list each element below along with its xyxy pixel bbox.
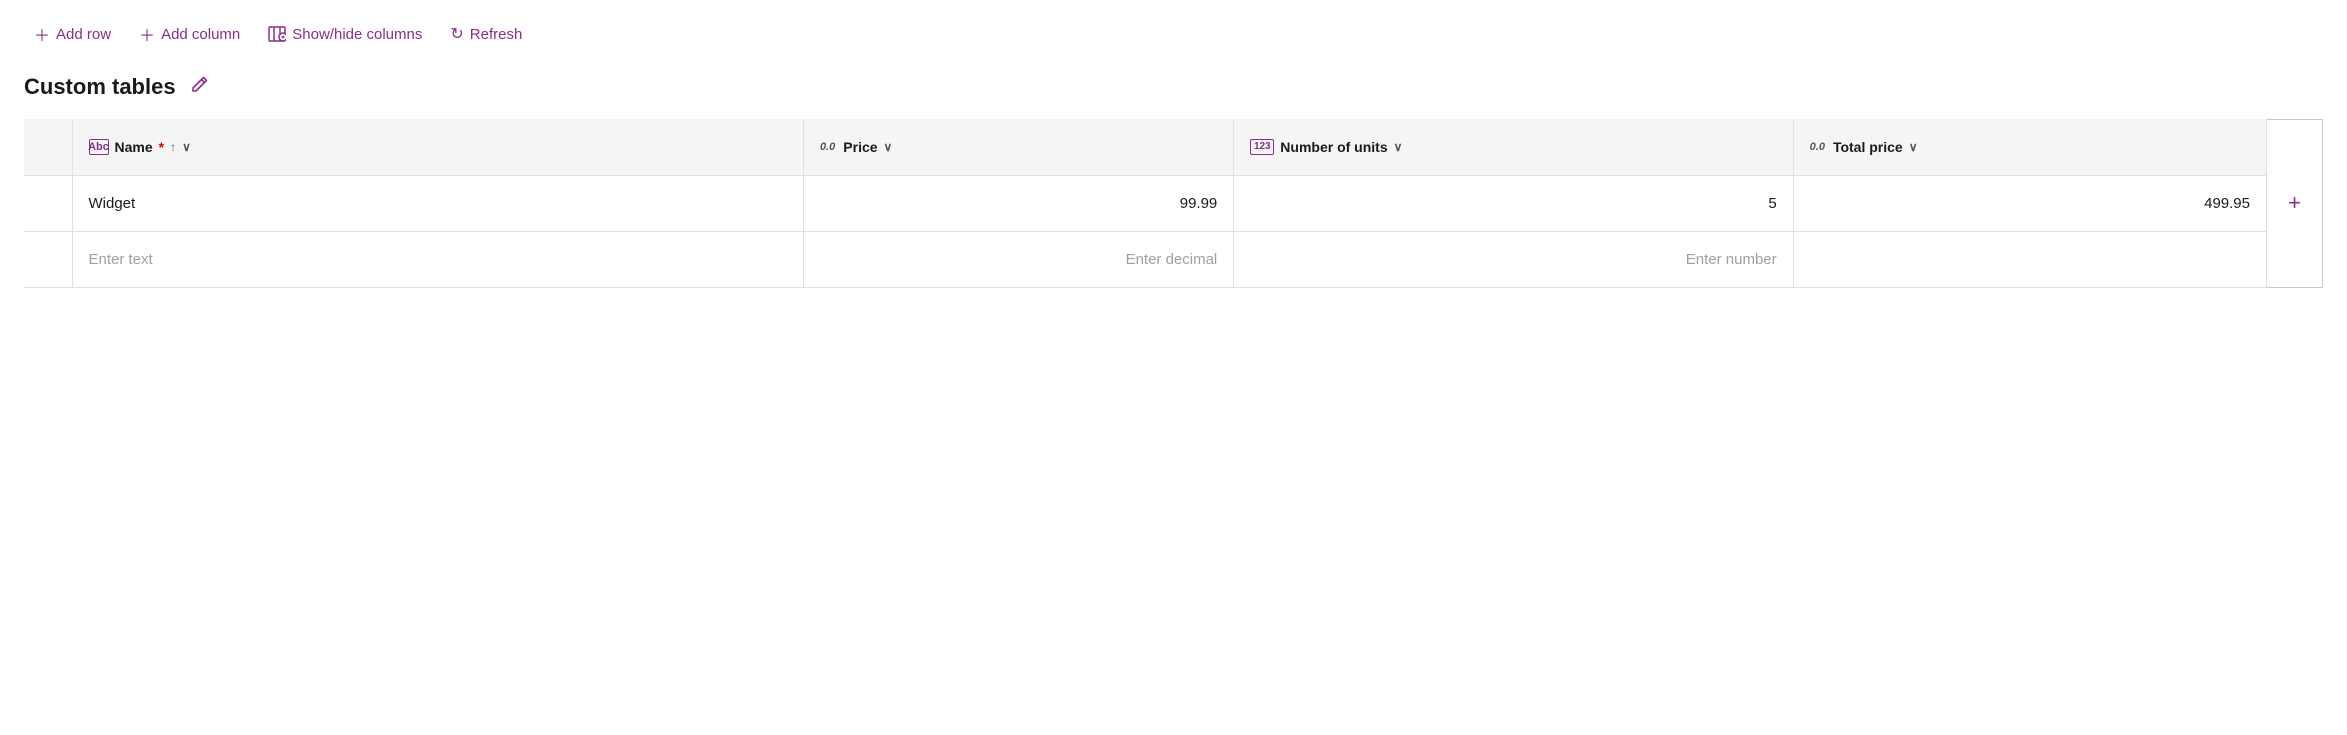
name-type-icon: Abc — [89, 139, 109, 155]
total-value: 499.95 — [2204, 195, 2250, 212]
page-title: Custom tables — [24, 74, 176, 100]
units-value: 5 — [1768, 195, 1776, 212]
new-row-price-cell[interactable]: Enter decimal — [804, 231, 1234, 287]
add-column-icon: ＋ — [139, 22, 155, 46]
new-row-name-cell[interactable]: Enter text — [72, 231, 804, 287]
add-row-label: Add row — [56, 26, 111, 43]
row-selector-cell[interactable] — [24, 175, 72, 231]
price-placeholder: Enter decimal — [1126, 251, 1218, 268]
add-row-button[interactable]: ＋ Add row — [24, 16, 121, 52]
name-value: Widget — [89, 195, 136, 212]
new-row-units-cell[interactable]: Enter number — [1234, 231, 1793, 287]
price-value: 99.99 — [1180, 195, 1218, 212]
total-chevron-icon[interactable]: ∨ — [1909, 140, 1918, 154]
name-chevron-icon[interactable]: ∨ — [182, 140, 191, 154]
refresh-icon: ↻ — [450, 24, 463, 44]
edit-title-button[interactable] — [186, 70, 214, 103]
table-container: Abc Name * ↑ ∨ 0.0 Price ∨ — [24, 119, 2323, 288]
cell-name-widget[interactable]: Widget — [72, 175, 804, 231]
new-row: Enter text Enter decimal Enter number — [24, 231, 2267, 287]
units-chevron-icon[interactable]: ∨ — [1394, 140, 1403, 154]
new-row-total-cell — [1793, 231, 2266, 287]
table-row: Widget 99.99 5 499.95 — [24, 175, 2267, 231]
column-header-units[interactable]: 123 Number of units ∨ — [1234, 119, 1793, 175]
column-header-price[interactable]: 0.0 Price ∨ — [804, 119, 1234, 175]
total-type-icon: 0.0 — [1810, 141, 1825, 153]
name-col-label: Name — [115, 139, 153, 155]
name-placeholder: Enter text — [89, 251, 153, 268]
cell-total-widget[interactable]: 499.95 — [1793, 175, 2266, 231]
data-table: Abc Name * ↑ ∨ 0.0 Price ∨ — [24, 119, 2267, 288]
cell-price-widget[interactable]: 99.99 — [804, 175, 1234, 231]
refresh-label: Refresh — [470, 26, 523, 43]
table-header-row: Abc Name * ↑ ∨ 0.0 Price ∨ — [24, 119, 2267, 175]
total-col-label: Total price — [1833, 139, 1903, 155]
price-chevron-icon[interactable]: ∨ — [884, 140, 893, 154]
show-hide-columns-button[interactable]: Show/hide columns — [258, 19, 432, 49]
column-header-total-price[interactable]: 0.0 Total price ∨ — [1793, 119, 2266, 175]
add-row-icon: ＋ — [34, 22, 50, 46]
add-column-button[interactable]: ＋ Add column — [129, 16, 250, 52]
units-placeholder: Enter number — [1686, 251, 1777, 268]
row-selector-header — [24, 119, 72, 175]
refresh-button[interactable]: ↻ Refresh — [440, 18, 532, 50]
units-col-label: Number of units — [1280, 139, 1387, 155]
column-header-name[interactable]: Abc Name * ↑ ∨ — [72, 119, 804, 175]
add-column-from-table-button[interactable]: + — [2267, 119, 2323, 288]
price-type-icon: 0.0 — [820, 141, 835, 153]
name-sort-icons[interactable]: ↑ — [170, 140, 176, 154]
toolbar: ＋ Add row ＋ Add column Show/hide columns… — [24, 16, 2323, 52]
show-hide-label: Show/hide columns — [292, 26, 422, 43]
add-column-plus-icon: + — [2288, 190, 2301, 216]
page-title-row: Custom tables — [24, 70, 2323, 103]
name-required-star: * — [159, 139, 164, 155]
cell-units-widget[interactable]: 5 — [1234, 175, 1793, 231]
new-row-selector — [24, 231, 72, 287]
add-column-label: Add column — [161, 26, 240, 43]
pencil-icon — [190, 78, 210, 98]
show-hide-icon — [268, 25, 286, 43]
units-type-icon: 123 — [1250, 139, 1274, 155]
price-col-label: Price — [843, 139, 877, 155]
